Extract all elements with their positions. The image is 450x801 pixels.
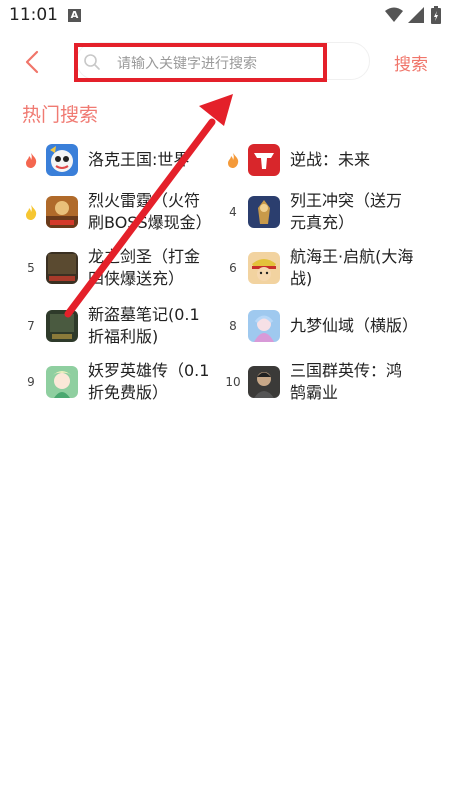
game-name: 新盗墓笔记(0.1折福利版) [88,305,200,346]
hot-search-item[interactable]: 烈火雷霆（火符刷BOSS爆现金） [22,190,213,234]
game-thumbnail [248,366,280,398]
hot-search-item[interactable]: 洛克王国:世界 [22,138,213,182]
game-name: 逆战：未来 [290,150,371,169]
fire-icon [22,151,40,169]
game-thumbnail [248,252,280,284]
rank-number: 7 [27,319,35,333]
rank-number: 4 [229,205,237,219]
notification-a-icon: A [68,9,81,22]
game-name: 洛克王国:世界 [88,150,190,169]
game-thumbnail [248,144,280,176]
search-highlight-box [74,43,327,82]
game-name: 列王冲突（送万元真充） [290,191,403,232]
hot-search-item[interactable]: 7 新盗墓笔记(0.1折福利版) [22,304,213,348]
game-thumbnail [248,196,280,228]
rank-number: 6 [229,261,237,275]
game-thumbnail [46,310,78,342]
hot-search-item[interactable]: 5 龙之剑圣（打金四侠爆送充） [22,246,213,290]
signal-icon [408,7,424,27]
hot-search-item[interactable]: 6 航海王·启航(大海战) [224,246,415,290]
hot-search-item[interactable]: 8 九梦仙域（横版） [224,304,419,348]
rank-number: 9 [27,375,35,389]
hot-search-item[interactable]: 4 列王冲突（送万元真充） [224,190,415,234]
game-thumbnail [248,310,280,342]
game-thumbnail [46,144,78,176]
battery-icon [431,6,441,28]
fire-icon [224,151,242,169]
game-name: 航海王·启航(大海战) [290,247,414,288]
status-bar: 11:01 A [0,0,450,32]
game-name: 龙之剑圣（打金四侠爆送充） [88,247,201,288]
game-name: 妖罗英雄传（0.1折免费版） [88,361,210,402]
game-thumbnail [46,196,78,228]
search-button[interactable]: 搜索 [394,50,428,75]
rank-number: 8 [229,319,237,333]
rank-number: 10 [225,375,241,389]
game-name: 烈火雷霆（火符刷BOSS爆现金） [88,191,212,232]
hot-search-title: 热门搜索 [22,104,99,126]
status-time: 11:01 [9,5,58,25]
hot-search-item[interactable]: 9 妖罗英雄传（0.1折免费版） [22,360,213,404]
game-thumbnail [46,252,78,284]
wifi-icon [385,7,403,27]
game-name: 三国群英传：鸿鹄霸业 [290,361,403,402]
game-thumbnail [46,366,78,398]
fire-icon [22,203,40,221]
back-arrow-icon[interactable] [22,49,44,75]
game-name: 九梦仙域（横版） [290,316,419,335]
hot-search-item[interactable]: 逆战：未来 [224,138,415,182]
hot-search-item[interactable]: 10 三国群英传：鸿鹄霸业 [224,360,415,404]
rank-number: 5 [27,261,35,275]
